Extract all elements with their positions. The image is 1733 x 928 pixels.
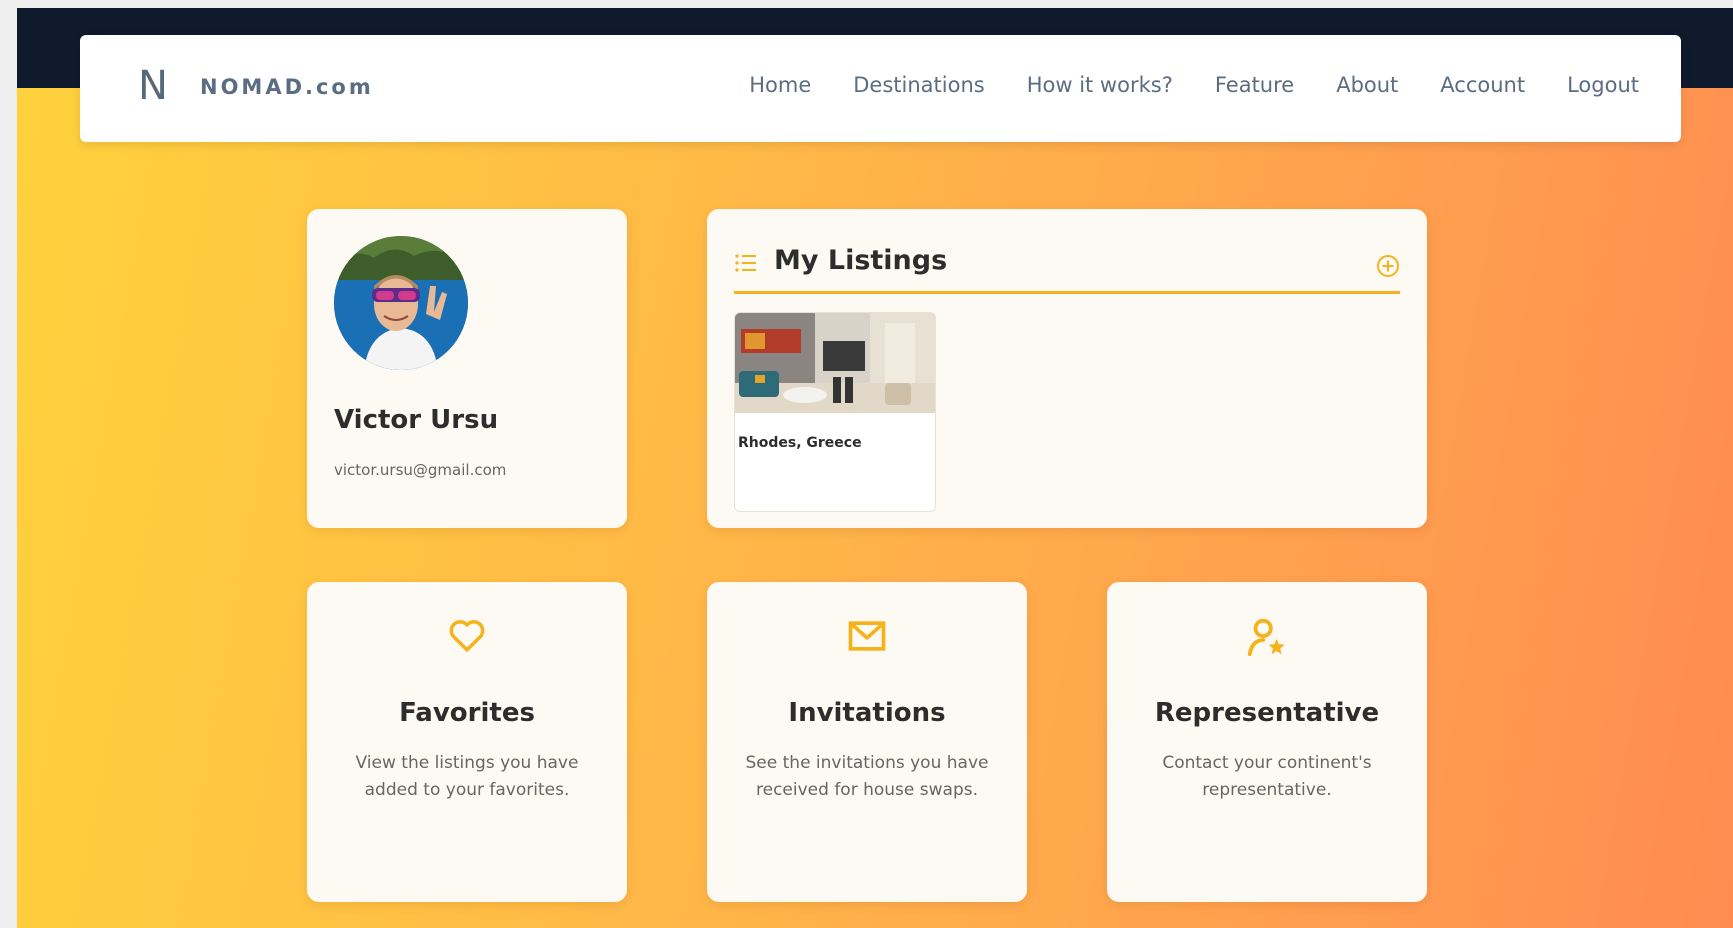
user-photo-icon xyxy=(334,236,468,370)
user-star-icon xyxy=(1247,618,1285,657)
favorites-desc: View the listings you have added to your… xyxy=(355,753,579,800)
list-icon xyxy=(735,254,756,272)
listings-title: My Listings xyxy=(774,245,948,276)
avatar[interactable] xyxy=(334,236,468,370)
invitations-title: Invitations xyxy=(788,698,946,728)
listings-header: My Listings xyxy=(734,245,1400,294)
favorites-card[interactable]: Favorites View the listings you have add… xyxy=(307,582,627,902)
profile-name: Victor Ursu xyxy=(334,405,499,435)
nav-link-feature[interactable]: Feature xyxy=(1215,73,1294,97)
invitations-card[interactable]: Invitations See the invitations you have… xyxy=(707,582,1027,902)
heart-icon xyxy=(449,620,485,652)
nav-link-account[interactable]: Account xyxy=(1440,73,1525,97)
mail-icon xyxy=(848,621,886,651)
listings-card: My Listings Rhodes, Greece xyxy=(707,209,1427,528)
logo-mark[interactable]: N xyxy=(138,63,168,109)
navbar: N NOMAD.com Home Destinations How it wor… xyxy=(80,35,1681,142)
listing-tile[interactable]: Rhodes, Greece xyxy=(734,312,936,512)
profile-email: victor.ursu@gmail.com xyxy=(334,461,507,479)
favorites-title: Favorites xyxy=(399,698,535,728)
representative-card[interactable]: Representative Contact your continent's … xyxy=(1107,582,1427,902)
nav-link-how-it-works[interactable]: How it works? xyxy=(1027,73,1173,97)
representative-title: Representative xyxy=(1154,698,1380,728)
plus-circle-icon[interactable] xyxy=(1376,254,1400,278)
app-frame: N NOMAD.com Home Destinations How it wor… xyxy=(17,8,1733,928)
invitations-desc: See the invitations you have received fo… xyxy=(745,753,989,800)
nav-links: Home Destinations How it works? Feature … xyxy=(749,73,1639,97)
apartment-interior-photo-icon xyxy=(735,313,935,413)
nav-link-about[interactable]: About xyxy=(1336,73,1398,97)
logo-text[interactable]: NOMAD.com xyxy=(200,75,374,99)
profile-card: Victor Ursu victor.ursu@gmail.com xyxy=(307,209,627,528)
nav-link-logout[interactable]: Logout xyxy=(1567,73,1639,97)
nav-link-destinations[interactable]: Destinations xyxy=(853,73,984,97)
representative-desc: Contact your continent's representative. xyxy=(1162,753,1372,800)
listing-title: Rhodes, Greece xyxy=(738,435,862,451)
nav-link-home[interactable]: Home xyxy=(749,73,811,97)
